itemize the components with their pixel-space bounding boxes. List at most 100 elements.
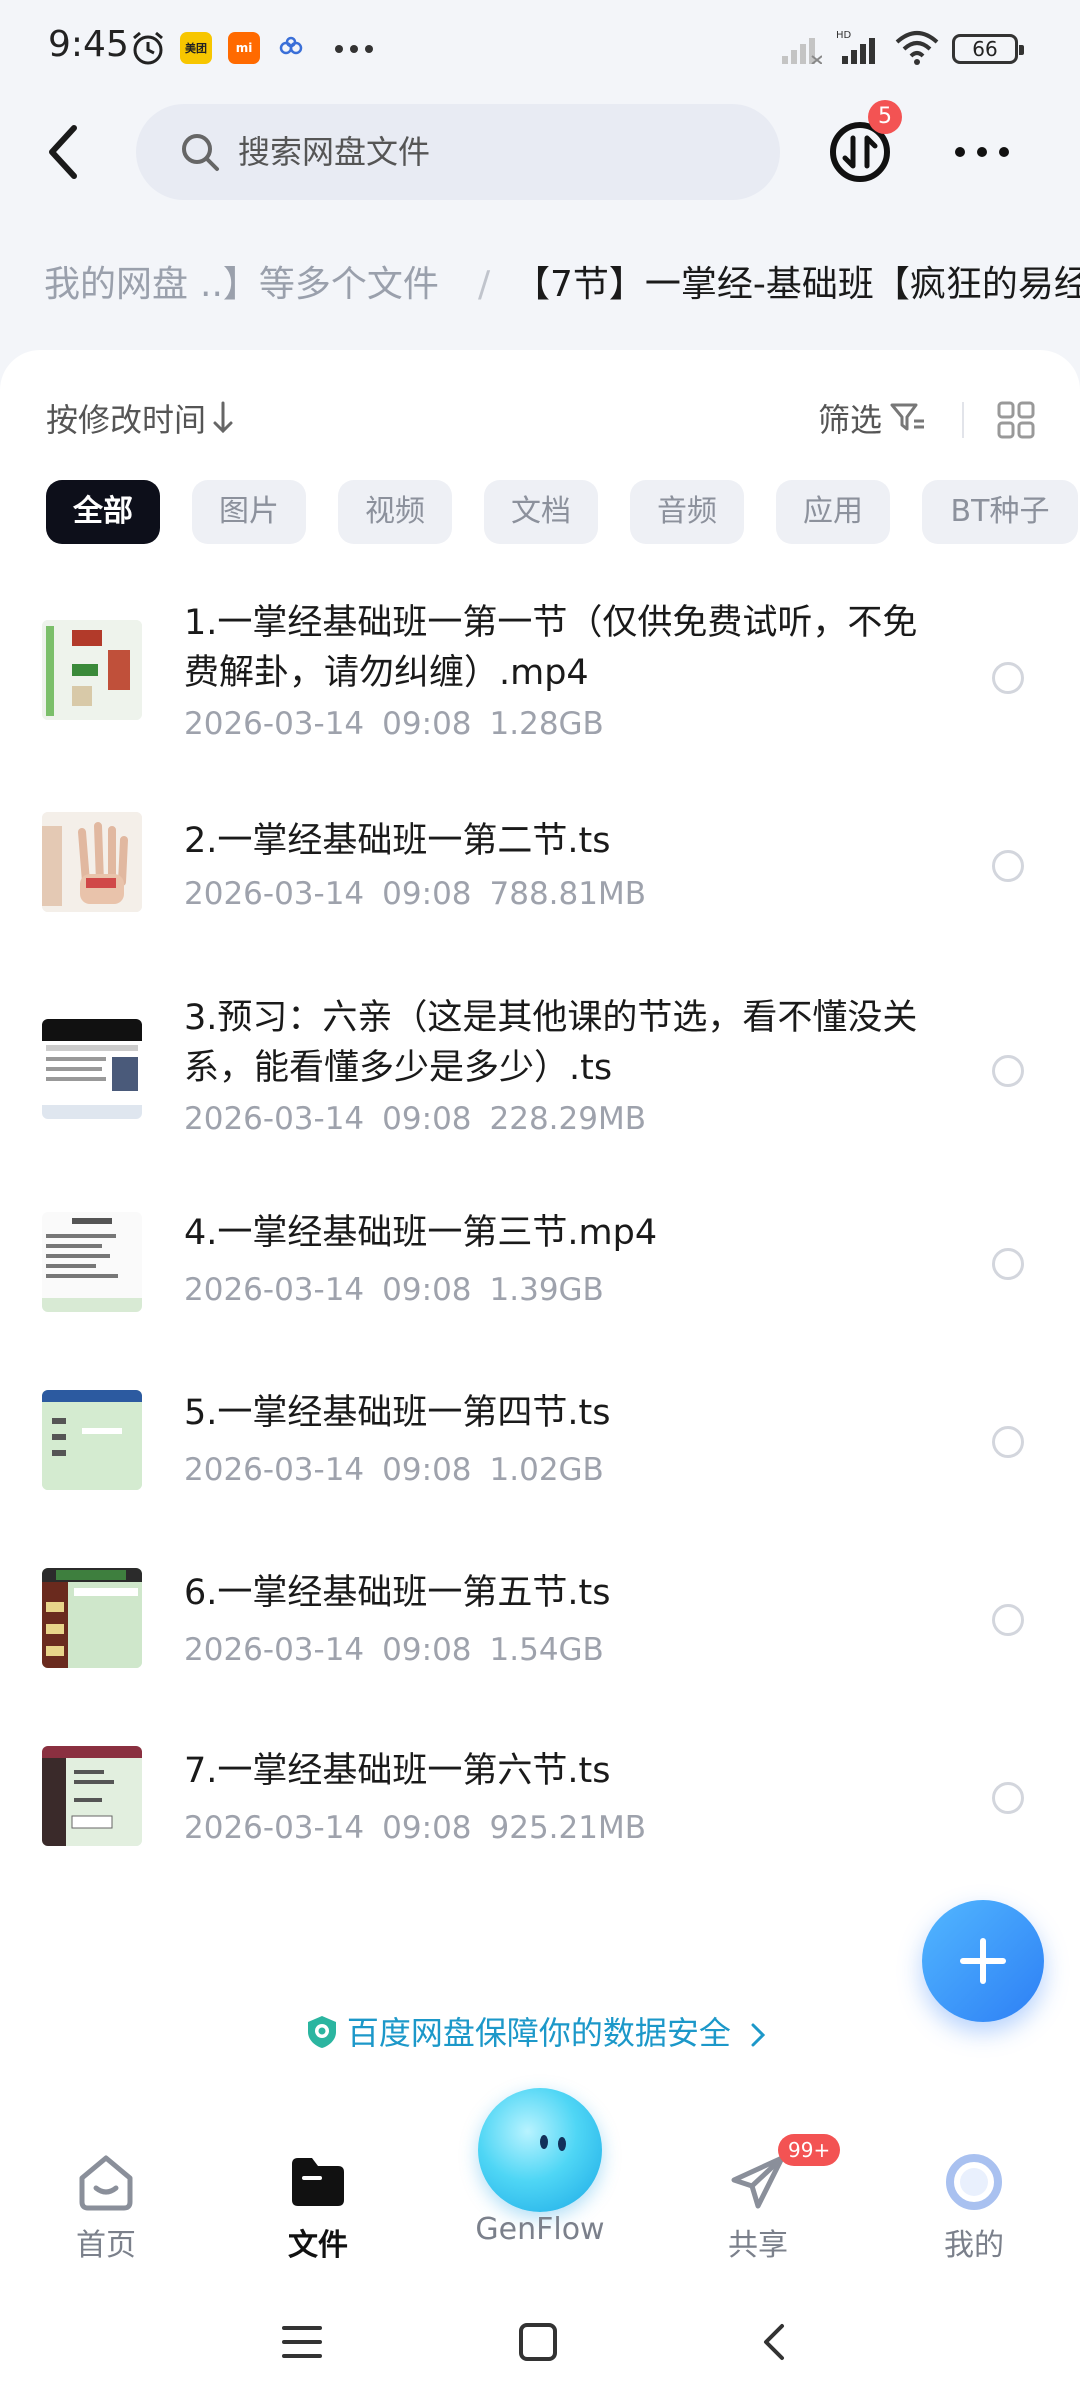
alarm-icon: [133, 31, 163, 65]
file-meta: 2026-03-14 09:08 788.81MB: [184, 876, 664, 912]
breadcrumb-separator: /: [478, 264, 491, 305]
file-time: 09:08: [382, 706, 472, 742]
file-name: 3.预习：六亲（这是其他课的节选，看不懂没关系，能看懂多少是多少）.ts: [184, 998, 918, 1088]
search-input[interactable]: [238, 104, 758, 200]
more-notifications-icon: [335, 45, 373, 53]
filter-button[interactable]: 筛选: [818, 395, 938, 445]
video-thumbnail: [42, 1212, 142, 1312]
chip-all[interactable]: 全部: [46, 480, 160, 544]
file-size: 788.81MB: [489, 876, 646, 912]
battery-indicator: 66: [952, 34, 1024, 64]
file-size: 1.39GB: [489, 1272, 604, 1308]
system-navigation-bar: [0, 2290, 1080, 2400]
home-square-icon[interactable]: [516, 2320, 560, 2364]
search-box[interactable]: [136, 104, 780, 200]
video-thumbnail: [42, 1568, 142, 1668]
select-radio[interactable]: [992, 1248, 1024, 1280]
chip-images[interactable]: 图片: [192, 480, 306, 544]
list-item[interactable]: 3.预习：六亲（这是其他课的节选，看不懂没关系，能看懂多少是多少）.ts 202…: [0, 975, 1080, 1165]
genflow-button[interactable]: [478, 2088, 602, 2212]
list-item[interactable]: 4.一掌经基础班一第三节.mp4 2026-03-14 09:08 1.39GB: [0, 1180, 1080, 1350]
add-button[interactable]: [922, 1900, 1044, 2022]
select-radio[interactable]: [992, 1604, 1024, 1636]
chevron-right-icon: [751, 2023, 766, 2047]
list-item[interactable]: 6.一掌经基础班一第五节.ts 2026-03-14 09:08 1.54GB: [0, 1540, 1080, 1710]
file-size: 1.02GB: [489, 1452, 604, 1488]
file-time: 09:08: [382, 1272, 472, 1308]
breadcrumb-middle[interactable]: ..】等多个文件: [200, 250, 439, 320]
nav-files-label: 文件: [288, 2228, 348, 2263]
chip-bt-seeds[interactable]: BT种子: [922, 480, 1078, 544]
more-options-button[interactable]: [952, 132, 1012, 172]
folder-icon: [292, 2158, 344, 2206]
select-radio[interactable]: [992, 1426, 1024, 1458]
profile-avatar-icon: [946, 2154, 1002, 2210]
security-note-link[interactable]: 百度网盘保障你的数据安全: [0, 2008, 1080, 2054]
file-date: 2026-03-14: [184, 876, 365, 912]
video-thumbnail: [42, 1019, 142, 1119]
mi-app-icon: mi: [228, 32, 260, 64]
back-button[interactable]: [36, 120, 92, 184]
file-name: 4.一掌经基础班一第三节.mp4: [184, 1213, 658, 1253]
nav-files[interactable]: 文件: [238, 2150, 398, 2264]
file-meta: 2026-03-14 09:08 1.54GB: [184, 1632, 622, 1668]
share-badge: 99+: [778, 2134, 841, 2166]
list-item[interactable]: 1.一掌经基础班一第一节（仅供免费试听，不免费解卦，请勿纠缠）.mp4 2026…: [0, 580, 1080, 750]
nav-home[interactable]: 首页: [26, 2150, 186, 2264]
meituan-app-icon: 美团: [180, 32, 212, 64]
list-item[interactable]: 7.一掌经基础班一第六节.ts 2026-03-14 09:08 925.21MB: [0, 1720, 1080, 1890]
file-time: 09:08: [382, 1810, 472, 1846]
file-name: 7.一掌经基础班一第六节.ts: [184, 1751, 611, 1791]
video-thumbnail: [42, 620, 142, 720]
list-item[interactable]: 5.一掌经基础班一第四节.ts 2026-03-14 09:08 1.02GB: [0, 1360, 1080, 1530]
chip-audio[interactable]: 音频: [630, 480, 744, 544]
file-name: 2.一掌经基础班一第二节.ts: [184, 821, 611, 861]
file-date: 2026-03-14: [184, 1101, 365, 1137]
file-date: 2026-03-14: [184, 1272, 365, 1308]
file-name: 1.一掌经基础班一第一节（仅供免费试听，不免费解卦，请勿纠缠）.mp4: [184, 603, 918, 693]
select-radio[interactable]: [992, 1782, 1024, 1814]
chip-apps[interactable]: 应用: [776, 480, 890, 544]
video-thumbnail: [42, 1390, 142, 1490]
chip-documents[interactable]: 文档: [484, 480, 598, 544]
file-meta: 2026-03-14 09:08 925.21MB: [184, 1810, 664, 1846]
filter-label: 筛选: [818, 401, 883, 439]
signal-weak-icon: [782, 38, 822, 64]
select-radio[interactable]: [992, 662, 1024, 694]
status-bar: 9:45 美团 mi HD 66: [0, 0, 1080, 96]
menu-icon[interactable]: [280, 2320, 324, 2364]
back-triangle-icon[interactable]: [752, 2320, 796, 2364]
status-time: 9:45: [48, 24, 129, 65]
nav-genflow-label: GenFlow: [475, 2212, 605, 2247]
toolbar-divider: [962, 402, 964, 438]
sort-button[interactable]: 按修改时间: [46, 395, 246, 445]
file-name: 5.一掌经基础班一第四节.ts: [184, 1393, 611, 1433]
nav-me-label: 我的: [944, 2228, 1004, 2263]
select-radio[interactable]: [992, 850, 1024, 882]
arrow-down-icon: [213, 401, 233, 434]
wifi-icon: [895, 31, 939, 65]
genflow-face-icon: [540, 2135, 566, 2151]
sort-label: 按修改时间: [46, 401, 207, 439]
nav-me[interactable]: 我的: [894, 2150, 1054, 2264]
list-item[interactable]: 2.一掌经基础班一第二节.ts 2026-03-14 09:08 788.81MB: [0, 760, 1080, 930]
video-thumbnail: [42, 1746, 142, 1846]
select-radio[interactable]: [992, 1055, 1024, 1087]
nav-share[interactable]: 共享: [678, 2150, 838, 2264]
video-thumbnail: [42, 812, 142, 912]
transfer-badge: 5: [868, 100, 902, 134]
file-time: 09:08: [382, 1101, 472, 1137]
file-meta: 2026-03-14 09:08 1.28GB: [184, 706, 622, 742]
file-date: 2026-03-14: [184, 1452, 365, 1488]
grid-view-icon[interactable]: [996, 400, 1036, 440]
breadcrumb-root[interactable]: 我的网盘: [44, 250, 188, 320]
chip-videos[interactable]: 视频: [338, 480, 452, 544]
breadcrumb: 我的网盘 ..】等多个文件 / 【7节】一掌经-基础班【疯狂的易经: [0, 250, 1080, 320]
file-size: 925.21MB: [489, 1810, 646, 1846]
file-time: 09:08: [382, 1452, 472, 1488]
signal-hd-icon: HD: [836, 30, 875, 64]
file-date: 2026-03-14: [184, 706, 365, 742]
file-date: 2026-03-14: [184, 1632, 365, 1668]
file-name: 6.一掌经基础班一第五节.ts: [184, 1573, 611, 1613]
nav-share-label: 共享: [728, 2228, 788, 2263]
